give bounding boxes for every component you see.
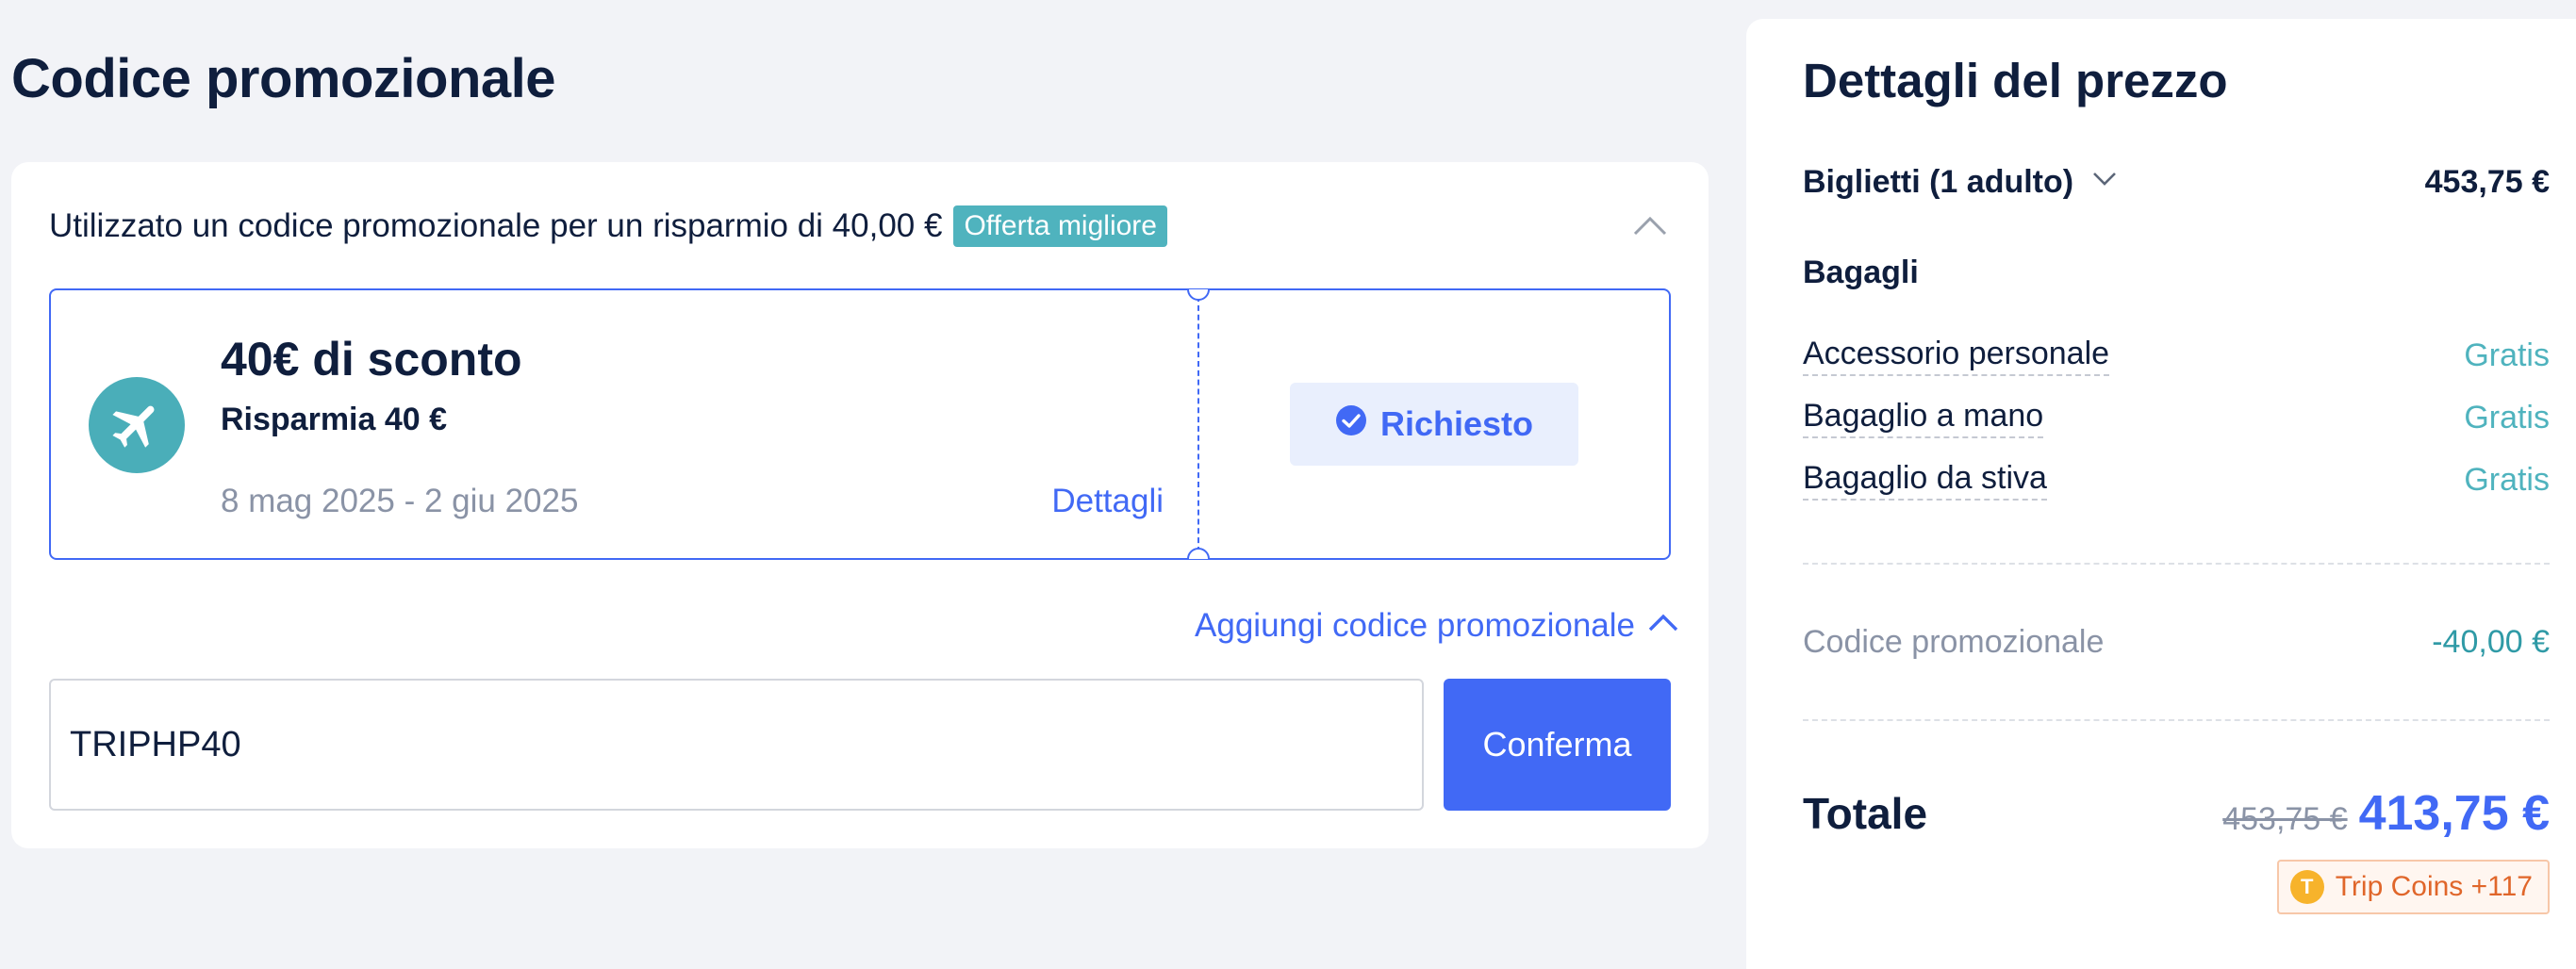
trip-coins-label: Trip Coins +117 [2335,871,2533,902]
tickets-value: 453,75 € [2424,163,2550,200]
divider [1803,563,2550,565]
baggage-item-label[interactable]: Bagaglio da stiva [1803,460,2047,501]
baggage-item-label[interactable]: Accessorio personale [1803,336,2110,376]
total-row: Totale 453,75 € 413,75 € [1803,780,2550,846]
promo-summary-row[interactable]: Utilizzato un codice promozionale per un… [49,204,1671,249]
add-promo-code-link[interactable]: Aggiungi codice promozionale [1195,603,1680,649]
coupon-card: 40€ di sconto Risparmia 40 € 8 mag 2025 … [49,288,1671,560]
total-values: 453,75 € 413,75 € [2222,785,2550,842]
baggage-item-value: Gratis [2464,399,2550,435]
baggage-item-label[interactable]: Bagaglio a mano [1803,398,2044,438]
coupon-details-link[interactable]: Dettagli [1051,483,1164,520]
confirm-button[interactable]: Conferma [1444,679,1671,811]
best-offer-badge: Offerta migliore [953,205,1167,247]
coin-icon: T [2289,870,2324,904]
baggage-item-value: Gratis [2464,337,2550,373]
chevron-up-icon[interactable] [1629,205,1671,247]
baggage-item-value: Gratis [2464,461,2550,498]
section-title: Codice promozionale [11,48,556,109]
coupon-divider [1197,296,1199,552]
promo-discount-value: -40,00 € [2432,623,2550,660]
check-circle-icon [1335,404,1367,445]
chevron-up-icon [1646,605,1680,648]
coupon-notch-top [1187,289,1210,301]
divider [1803,719,2550,721]
coupon-subtitle: Risparmia 40 € [221,402,448,437]
trip-coins-badge: T Trip Coins +117 [2276,860,2550,914]
total-old-price: 453,75 € [2222,801,2348,837]
promo-code-input[interactable] [49,679,1424,811]
total-label: Totale [1803,789,1928,838]
price-details-panel: Dettagli del prezzo Biglietti (1 adulto)… [1746,19,2576,969]
applied-label: Richiesto [1379,404,1534,443]
promo-card: Utilizzato un codice promozionale per un… [11,162,1709,848]
add-promo-code-label: Aggiungi codice promozionale [1195,607,1635,644]
total-new-price: 413,75 € [2358,786,2550,841]
baggage-row: Bagaglio da stiva Gratis [1803,456,2550,503]
tickets-label: Biglietti (1 adulto) [1803,163,2074,200]
price-details-title: Dettagli del prezzo [1803,54,2228,107]
coupon-dates: 8 mag 2025 - 2 giu 2025 [221,483,579,519]
page: Codice promozionale Utilizzato un codice… [0,0,2576,969]
tickets-toggle[interactable]: Biglietti (1 adulto) [1803,164,2119,201]
coupon-notch-bottom [1187,548,1210,559]
coupon-title: 40€ di sconto [221,333,522,386]
promo-discount-row: Codice promozionale -40,00 € [1803,618,2550,665]
applied-button[interactable]: Richiesto [1290,383,1578,466]
chevron-down-icon [2090,164,2119,201]
promo-summary-text: Utilizzato un codice promozionale per un… [49,207,943,244]
airplane-icon [89,377,185,473]
baggage-row: Bagaglio a mano Gratis [1803,394,2550,441]
baggage-row: Accessorio personale Gratis [1803,332,2550,379]
promo-discount-label: Codice promozionale [1803,623,2105,660]
tickets-row: Biglietti (1 adulto) 453,75 € [1803,158,2550,205]
baggage-heading: Bagagli [1803,255,1919,290]
